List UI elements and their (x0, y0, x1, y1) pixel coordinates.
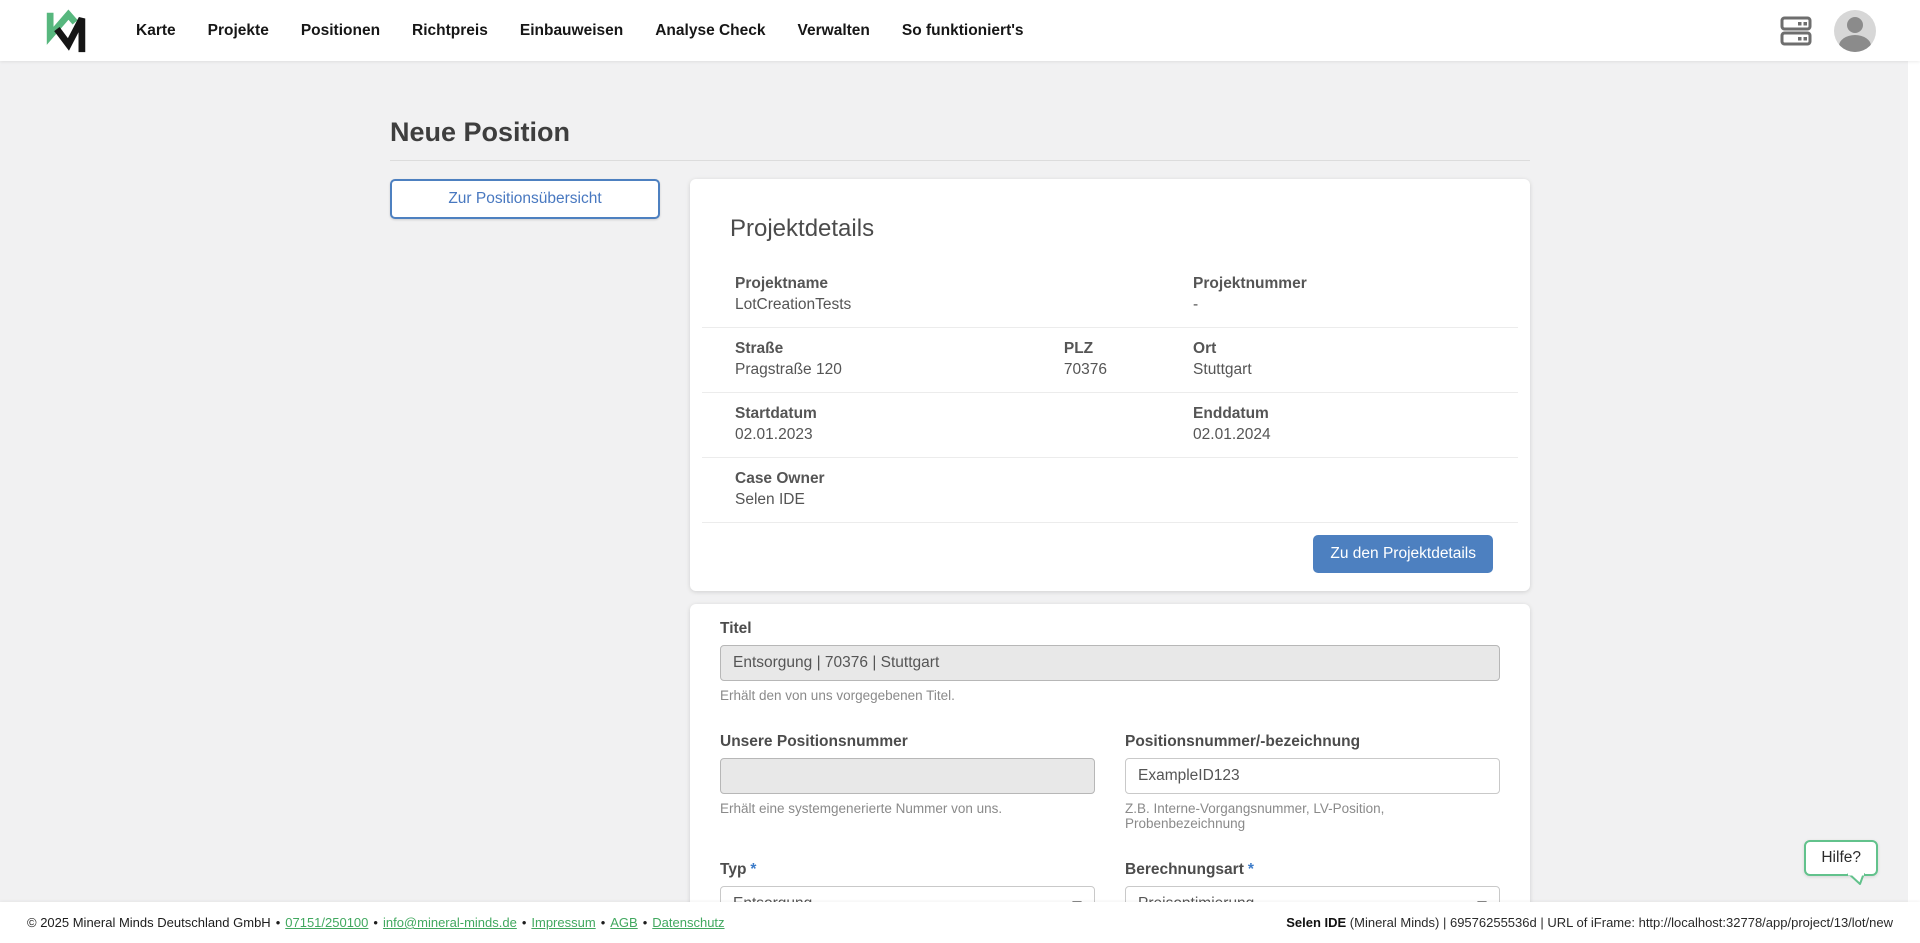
speech-bubble-tail-icon (1846, 873, 1866, 886)
case-owner-cell: Case Owner Selen IDE (735, 468, 1518, 510)
projektname-cell: Projektname LotCreationTests (735, 273, 1193, 315)
case-owner-value: Selen IDE (735, 489, 1518, 510)
page-title: Neue Position (390, 117, 1530, 148)
avatar-head (1847, 17, 1863, 33)
startdatum-cell: Startdatum 02.01.2023 (735, 403, 1193, 445)
main-content: Neue Position Zur Positionsübersicht Pro… (0, 61, 1920, 943)
titel-input (720, 645, 1500, 681)
phone-link[interactable]: 07151/250100 (285, 915, 368, 930)
go-to-project-details-button[interactable]: Zu den Projektdetails (1313, 535, 1493, 573)
startdatum-value: 02.01.2023 (735, 424, 1193, 445)
unsere-positionsnummer-field: Unsere Positionsnummer Erhält eine syste… (720, 733, 1095, 831)
nav-item-projekte[interactable]: Projekte (192, 12, 285, 50)
table-row: Projektname LotCreationTests Projektnumm… (702, 263, 1518, 327)
back-to-positions-button[interactable]: Zur Positionsübersicht (390, 179, 660, 219)
scrollbar[interactable] (1908, 0, 1920, 943)
main-nav: Karte Projekte Positionen Richtpreis Ein… (120, 12, 1040, 50)
strasse-value: Pragstraße 120 (735, 359, 1064, 380)
help-button-label: Hilfe? (1821, 849, 1861, 866)
title-divider (390, 160, 1530, 161)
impressum-link[interactable]: Impressum (531, 915, 595, 930)
session-user: Selen IDE (1286, 915, 1346, 930)
session-info: Selen IDE (Mineral Minds) | 69576255536d… (1286, 915, 1893, 930)
plz-value: 70376 (1064, 359, 1193, 380)
unsere-positionsnummer-label: Unsere Positionsnummer (720, 733, 1095, 751)
ort-value: Stuttgart (1193, 359, 1518, 380)
unsere-positionsnummer-help-text: Erhält eine systemgenerierte Nummer von … (720, 801, 1095, 816)
case-owner-label: Case Owner (735, 468, 1518, 489)
positionsnummer-field: Positionsnummer/-bezeichnung Z.B. Intern… (1125, 733, 1500, 831)
unsere-positionsnummer-input (720, 758, 1095, 794)
datenschutz-link[interactable]: Datenschutz (652, 915, 724, 930)
projektname-label: Projektname (735, 273, 1193, 294)
footer-separator: • (522, 915, 527, 930)
footer-separator: • (276, 915, 281, 930)
enddatum-label: Enddatum (1193, 403, 1518, 424)
titel-help-text: Erhält den von uns vorgegebenen Titel. (720, 688, 1500, 703)
projektnummer-label: Projektnummer (1193, 273, 1518, 294)
strasse-cell: Straße Pragstraße 120 (735, 338, 1064, 380)
strasse-label: Straße (735, 338, 1064, 359)
server-button[interactable] (1780, 15, 1814, 47)
footer-separator: • (643, 915, 648, 930)
table-row: Straße Pragstraße 120 PLZ 70376 Ort Stut… (702, 327, 1518, 392)
agb-link[interactable]: AGB (610, 915, 637, 930)
footer-separator: • (601, 915, 606, 930)
footer-separator: • (373, 915, 378, 930)
navbar-right-actions (1780, 10, 1876, 52)
right-column: Projektdetails Projektname LotCreationTe… (690, 179, 1530, 943)
page-footer: © 2025 Mineral Minds Deutschland GmbH • … (0, 902, 1920, 943)
email-link[interactable]: info@mineral-minds.de (383, 915, 517, 930)
top-navbar: Karte Projekte Positionen Richtpreis Ein… (0, 0, 1920, 61)
projektnummer-value: - (1193, 294, 1518, 315)
nav-item-richtpreis[interactable]: Richtpreis (396, 12, 504, 50)
session-details: (Mineral Minds) | 69576255536d | URL of … (1346, 915, 1893, 930)
project-details-table: Projektname LotCreationTests Projektnumm… (702, 263, 1518, 522)
enddatum-value: 02.01.2024 (1193, 424, 1518, 445)
nav-item-verwalten[interactable]: Verwalten (782, 12, 886, 50)
projektname-value: LotCreationTests (735, 294, 1193, 315)
help-button[interactable]: Hilfe? (1804, 840, 1878, 876)
plz-label: PLZ (1064, 338, 1193, 359)
avatar-body (1839, 35, 1871, 52)
startdatum-label: Startdatum (735, 403, 1193, 424)
ort-label: Ort (1193, 338, 1518, 359)
copyright-text: © 2025 Mineral Minds Deutschland GmbH (27, 915, 271, 930)
server-icon (1780, 15, 1814, 47)
ort-cell: Ort Stuttgart (1193, 338, 1518, 380)
footer-left: © 2025 Mineral Minds Deutschland GmbH • … (27, 915, 725, 930)
enddatum-cell: Enddatum 02.01.2024 (1193, 403, 1518, 445)
project-details-card: Projektdetails Projektname LotCreationTe… (690, 179, 1530, 591)
positionsnummer-label: Positionsnummer/-bezeichnung (1125, 733, 1500, 751)
positionsnummer-input[interactable] (1125, 758, 1500, 794)
table-row: Case Owner Selen IDE (702, 457, 1518, 522)
nav-item-karte[interactable]: Karte (120, 12, 192, 50)
left-column: Zur Positionsübersicht (390, 179, 660, 219)
mineral-minds-logo-icon[interactable] (43, 6, 90, 56)
projektnummer-cell: Projektnummer - (1193, 273, 1518, 315)
typ-required-mark: * (750, 861, 756, 878)
titel-field: Titel Erhält den von uns vorgegebenen Ti… (720, 620, 1500, 703)
berechnungsart-required-mark: * (1248, 861, 1254, 878)
plz-cell: PLZ 70376 (1064, 338, 1193, 380)
collapse-card-button[interactable] (1489, 215, 1497, 227)
nav-item-analyse-check[interactable]: Analyse Check (639, 12, 781, 50)
new-position-form-card: Titel Erhält den von uns vorgegebenen Ti… (690, 604, 1530, 943)
typ-label: Typ (720, 861, 746, 878)
nav-item-einbauweisen[interactable]: Einbauweisen (504, 12, 639, 50)
positionsnummer-help-text: Z.B. Interne-Vorgangsnummer, LV-Position… (1125, 801, 1500, 831)
table-row: Startdatum 02.01.2023 Enddatum 02.01.202… (702, 392, 1518, 457)
nav-item-so-funktionierts[interactable]: So funktioniert's (886, 12, 1040, 50)
nav-item-positionen[interactable]: Positionen (285, 12, 396, 50)
project-card-title: Projektdetails (730, 215, 874, 243)
titel-label: Titel (720, 620, 1500, 638)
berechnungsart-label: Berechnungsart (1125, 861, 1244, 878)
user-avatar-icon[interactable] (1834, 10, 1876, 52)
